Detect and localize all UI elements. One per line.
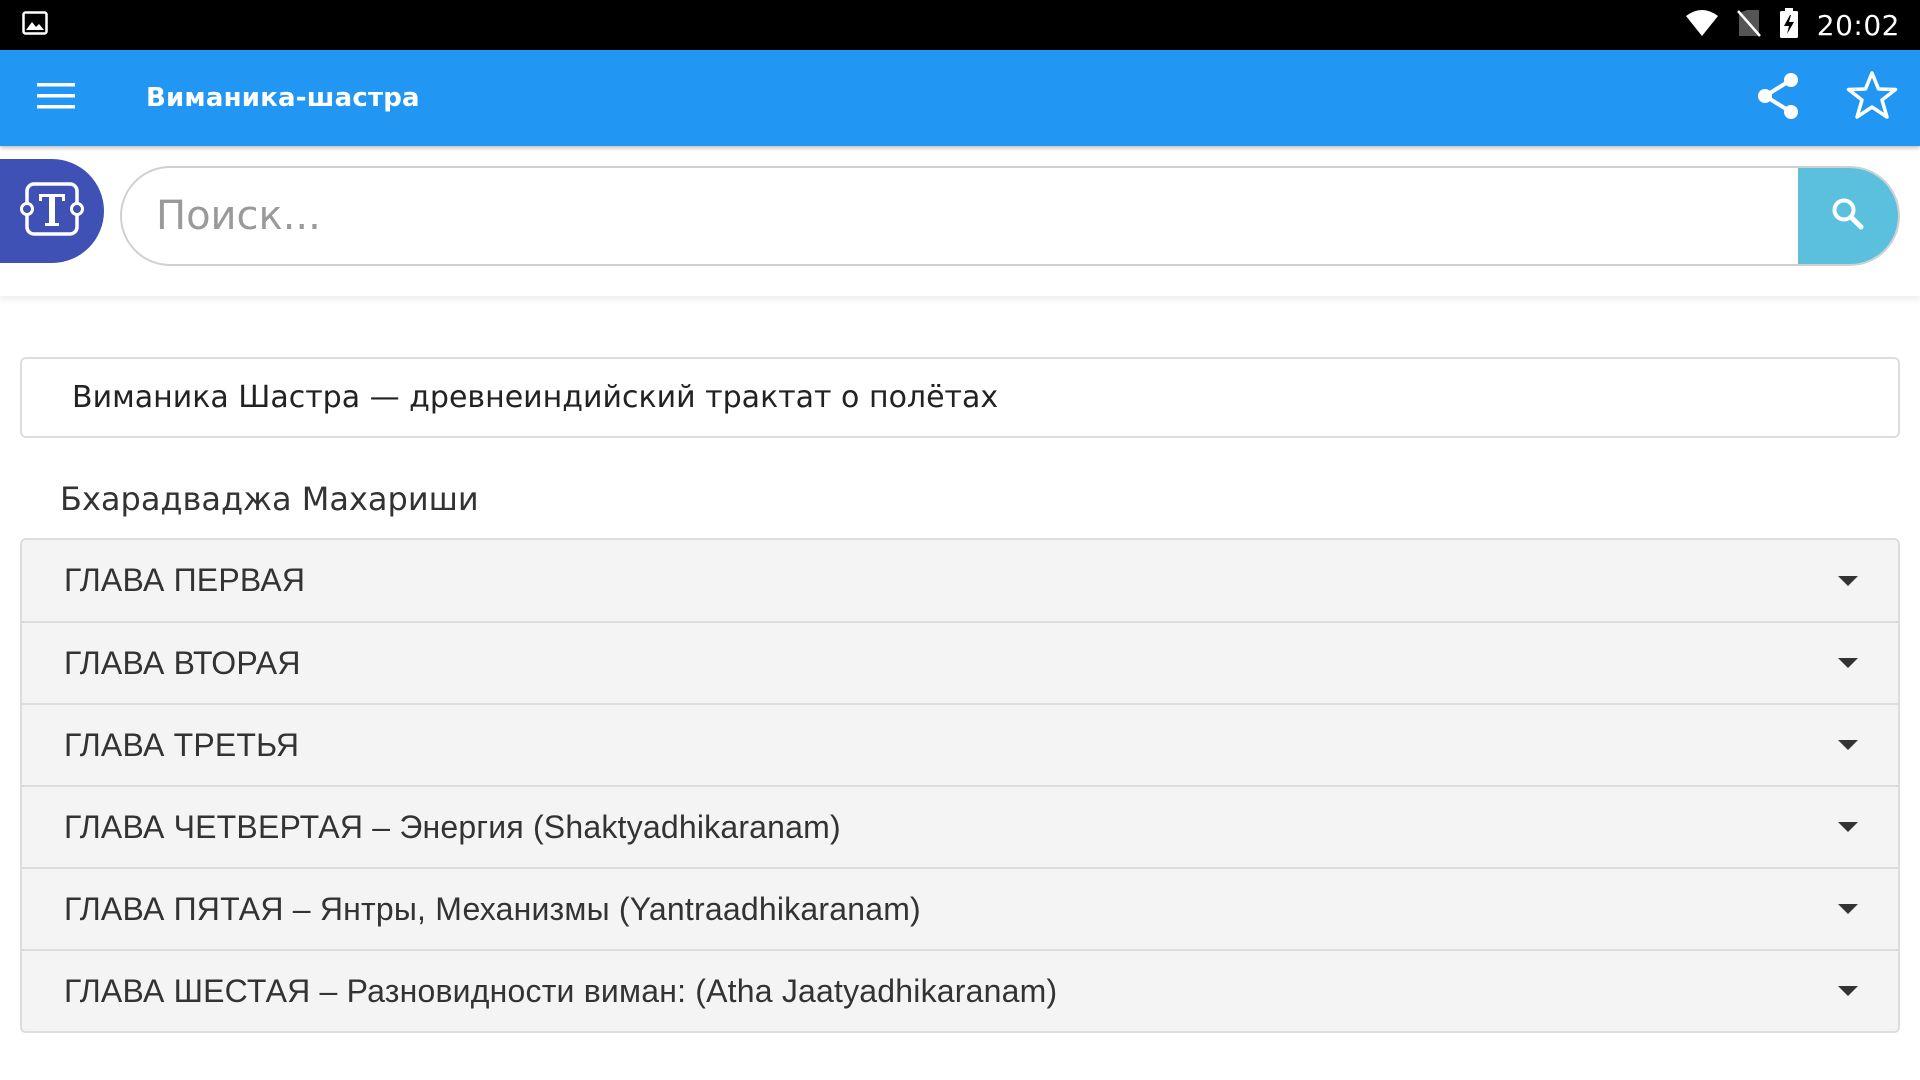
chapter-list: ГЛАВА ПЕРВАЯ ГЛАВА ВТОРАЯ ГЛАВА ТРЕТЬЯ Г… [20,538,1900,1033]
chapter-item-1[interactable]: ГЛАВА ПЕРВАЯ [22,540,1898,621]
chevron-down-icon [1838,740,1858,750]
search-box [120,166,1900,266]
menu-icon [36,81,76,116]
chapter-item-6[interactable]: ГЛАВА ШЕСТАЯ – Разновидности виман: (Ath… [22,949,1898,1031]
status-left [22,10,48,40]
app-title: Виманика-шастра [146,83,420,113]
battery-charging-icon [1779,7,1799,43]
heading-card: Виманика Шастра — древнеиндийский тракта… [20,357,1900,438]
chapter-label: ГЛАВА ШЕСТАЯ – Разновидности виман: (Ath… [64,972,1058,1009]
chevron-down-icon [1838,904,1858,914]
chevron-down-icon [1838,986,1858,996]
text-tool-icon [19,178,85,245]
app-bar: Виманика-шастра [0,50,1920,146]
chevron-down-icon [1838,575,1858,586]
star-icon [1845,70,1899,127]
status-time: 20:02 [1816,8,1900,42]
author-name: Бхарадваджа Махариши [60,480,479,518]
chapter-label: ГЛАВА ВТОРАЯ [64,644,301,681]
menu-button[interactable] [28,70,84,126]
page-heading: Виманика Шастра — древнеиндийский тракта… [72,380,999,415]
search-button[interactable] [1798,168,1898,264]
chapter-item-5[interactable]: ГЛАВА ПЯТАЯ – Янтры, Механизмы (Yantraad… [22,867,1898,949]
chapter-item-4[interactable]: ГЛАВА ЧЕТВЕРТАЯ – Энергия (Shaktyadhikar… [22,785,1898,867]
status-bar: 20:02 [0,0,1920,50]
search-icon [1830,196,1866,237]
image-icon [22,10,48,40]
no-sim-icon [1736,9,1761,42]
chapter-label: ГЛАВА ТРЕТЬЯ [64,726,300,763]
chapter-label: ГЛАВА ЧЕТВЕРТАЯ – Энергия (Shaktyadhikar… [64,808,841,845]
search-input[interactable] [122,168,1798,264]
logo-badge[interactable] [0,159,104,263]
chapter-label: ГЛАВА ПЯТАЯ – Янтры, Механизмы (Yantraad… [64,890,921,927]
wifi-icon [1685,9,1719,42]
share-icon [1754,71,1802,126]
share-button[interactable] [1746,66,1810,130]
chevron-down-icon [1838,822,1858,832]
favorite-button[interactable] [1840,66,1904,130]
chapter-label: ГЛАВА ПЕРВАЯ [64,562,306,598]
chapter-item-3[interactable]: ГЛАВА ТРЕТЬЯ [22,703,1898,785]
chevron-down-icon [1838,658,1858,668]
chapter-item-2[interactable]: ГЛАВА ВТОРАЯ [22,621,1898,703]
search-area [0,146,1920,296]
status-right: 20:02 [1667,7,1900,43]
